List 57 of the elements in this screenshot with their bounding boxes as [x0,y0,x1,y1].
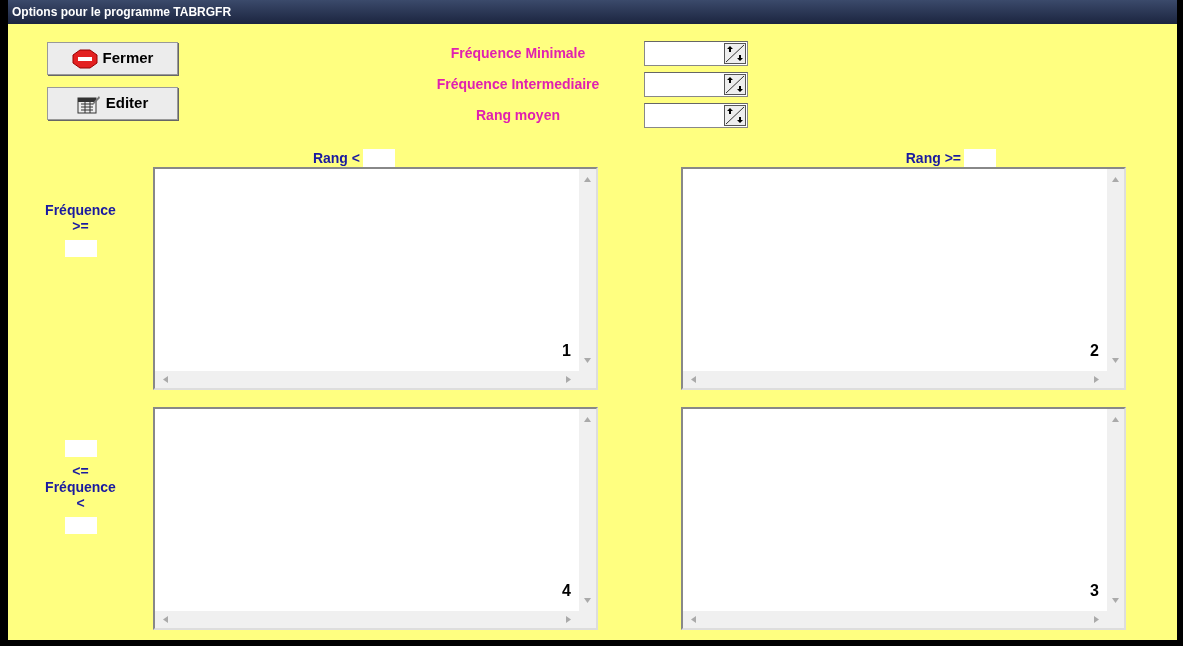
scroll-right-icon[interactable] [1094,616,1099,623]
input-field[interactable] [64,440,97,457]
input-field[interactable] [964,148,996,169]
scroll-right-icon[interactable] [566,616,571,623]
vertical-scrollbar[interactable] [579,409,596,611]
scroll-left-icon[interactable] [163,376,168,383]
spin-field[interactable] [644,41,748,66]
scroll-up-icon[interactable] [584,177,591,182]
vertical-scrollbar[interactable] [1107,169,1124,371]
column-label: Rang < [312,149,360,168]
scroll-left-icon[interactable] [691,616,696,623]
list-number: 4 [562,581,571,601]
field-label: Rang moyen [475,106,561,125]
list-box[interactable]: 1 [153,167,598,390]
scroll-left-icon[interactable] [691,376,696,383]
scroll-down-icon[interactable] [584,358,591,363]
spin-arrows-icon[interactable] [724,105,746,126]
list-box[interactable]: 2 [681,167,1126,390]
horizontal-scrollbar[interactable] [155,371,579,388]
list-box[interactable]: 3 [681,407,1126,630]
stop-sign-icon [71,48,98,69]
scroll-up-icon[interactable] [1112,177,1119,182]
spin-field[interactable] [644,103,748,128]
horizontal-scrollbar[interactable] [155,611,579,628]
spin-arrows-icon[interactable] [724,74,746,95]
vertical-scrollbar[interactable] [579,169,596,371]
horizontal-scrollbar[interactable] [683,371,1107,388]
row-label: < [76,495,85,511]
scroll-down-icon[interactable] [1112,598,1119,603]
row-label: Fréquence [45,479,116,495]
field-label: Fréquence Intermediaire [435,75,601,94]
scroll-up-icon[interactable] [584,417,591,422]
spin-arrows-icon[interactable] [724,43,746,64]
window-title: Options pour le programme TABRGFR [8,0,1177,24]
scroll-down-icon[interactable] [584,598,591,603]
row-label: Fréquence [45,202,116,218]
scroll-right-icon[interactable] [566,376,571,383]
horizontal-scrollbar[interactable] [683,611,1107,628]
list-box[interactable]: 4 [153,407,598,630]
row-label: >= [72,218,89,234]
input-field[interactable] [363,148,395,169]
row-label: <= [72,463,89,479]
column-label: Rang >= [905,149,961,168]
list-number: 1 [562,341,571,361]
scroll-right-icon[interactable] [1094,376,1099,383]
vertical-scrollbar[interactable] [1107,409,1124,611]
input-field[interactable] [64,517,97,534]
spin-field[interactable] [644,72,748,97]
list-number: 3 [1090,581,1099,601]
scroll-up-icon[interactable] [1112,417,1119,422]
edit-button[interactable]: Editer [47,87,178,120]
input-field[interactable] [64,240,97,257]
close-button[interactable]: Fermer [47,42,178,75]
scroll-left-icon[interactable] [163,616,168,623]
list-number: 2 [1090,341,1099,361]
scroll-down-icon[interactable] [1112,358,1119,363]
field-label: Fréquence Minimale [449,44,587,63]
